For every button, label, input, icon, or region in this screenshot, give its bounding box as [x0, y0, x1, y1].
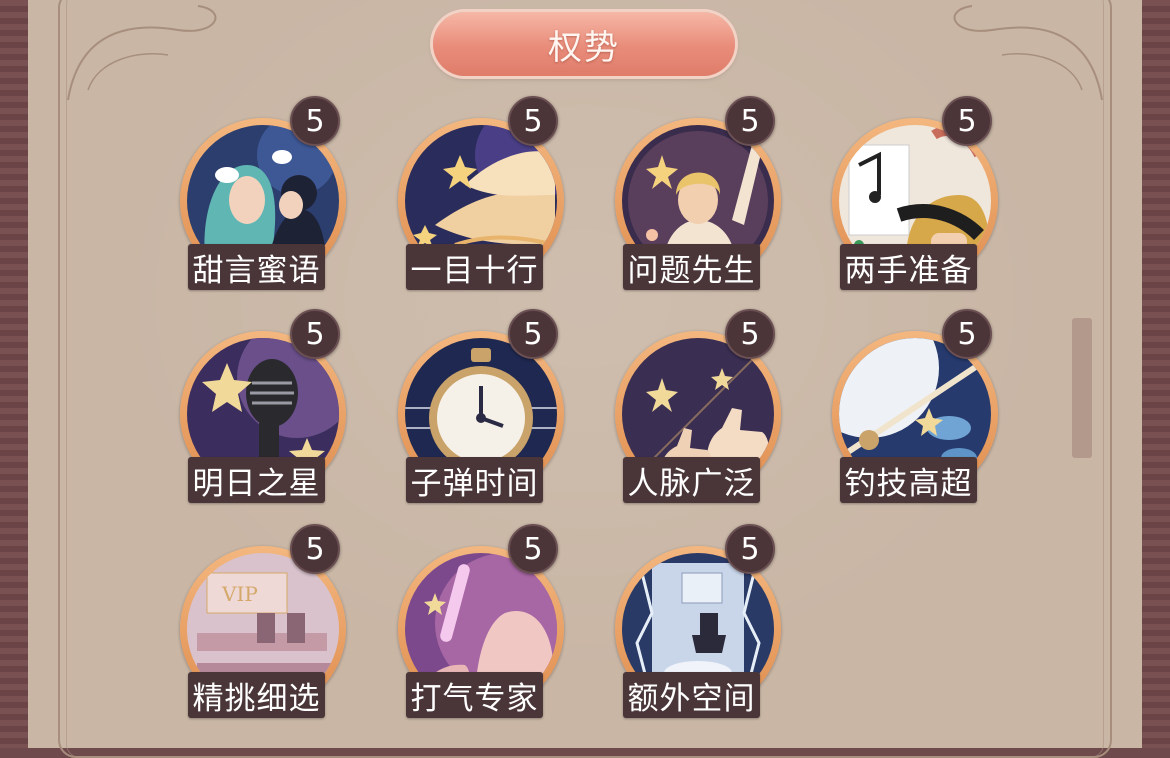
skill-card[interactable]: VIP 5 精挑细选 — [180, 524, 350, 730]
skill-name: 钓技高超 — [840, 457, 977, 503]
skill-level-badge: 5 — [508, 309, 558, 359]
skill-level-badge: 5 — [942, 309, 992, 359]
skill-level-badge: 5 — [290, 524, 340, 574]
skill-level-badge: 5 — [508, 96, 558, 146]
skill-name: 精挑细选 — [188, 672, 325, 718]
category-title-banner: 权势 — [433, 12, 735, 76]
skill-name: 子弹时间 — [406, 457, 543, 503]
skill-card[interactable]: 5 额外空间 — [615, 524, 785, 730]
skill-level-badge: 5 — [725, 96, 775, 146]
skill-level-badge: 5 — [725, 309, 775, 359]
skill-level-badge: 5 — [508, 524, 558, 574]
right-border-strip — [1142, 0, 1170, 748]
corner-ornament-left-icon — [67, 5, 217, 101]
skill-level-badge: 5 — [290, 309, 340, 359]
skill-card[interactable]: 5 甜言蜜语 — [180, 96, 350, 302]
skill-card[interactable]: 5 打气专家 — [398, 524, 568, 730]
skill-card[interactable]: 5 问题先生 — [615, 96, 785, 302]
skill-card[interactable]: 5 明日之星 — [180, 309, 350, 515]
skill-name: 两手准备 — [840, 244, 977, 290]
skill-card[interactable]: 5 一目十行 — [398, 96, 568, 302]
category-title: 权势 — [548, 27, 620, 68]
skill-card[interactable]: 5 两手准备 — [832, 96, 1002, 302]
skill-level-badge: 5 — [942, 96, 992, 146]
skill-level-badge: 5 — [290, 96, 340, 146]
skill-name: 问题先生 — [623, 244, 760, 290]
skill-name: 一目十行 — [406, 244, 543, 290]
skill-card[interactable]: 5 人脉广泛 — [615, 309, 785, 515]
skill-name: 打气专家 — [406, 672, 543, 718]
corner-ornament-right-icon — [953, 5, 1103, 101]
skill-card[interactable]: 5 钓技高超 — [832, 309, 1002, 515]
skill-name: 明日之星 — [188, 457, 325, 503]
skill-name: 人脉广泛 — [623, 457, 760, 503]
left-border-strip — [0, 0, 28, 748]
skill-name: 额外空间 — [623, 672, 760, 718]
scrollbar-thumb[interactable] — [1072, 318, 1092, 458]
svg-text:VIP: VIP — [221, 582, 258, 606]
skill-card[interactable]: 5 子弹时间 — [398, 309, 568, 515]
skill-level-badge: 5 — [725, 524, 775, 574]
skill-name: 甜言蜜语 — [188, 244, 325, 290]
